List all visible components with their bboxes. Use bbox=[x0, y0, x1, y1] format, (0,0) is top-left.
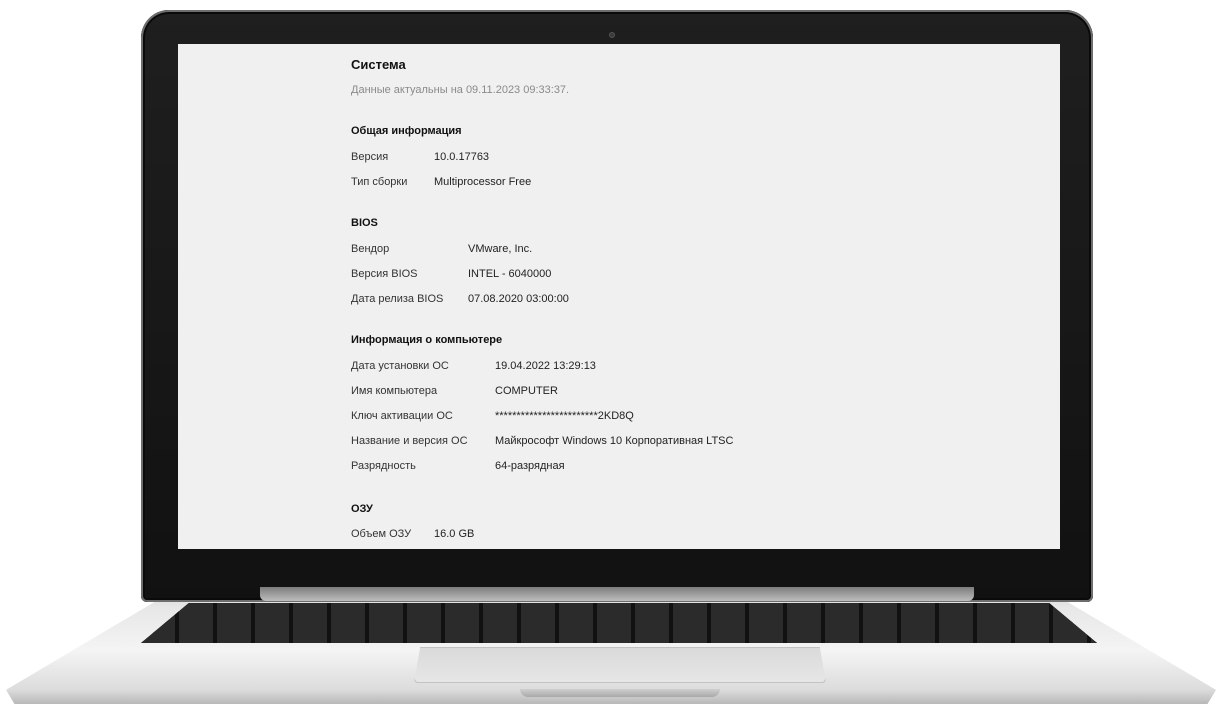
page-title: Система bbox=[351, 57, 406, 72]
row-label: Тип сборки bbox=[351, 176, 408, 188]
row-label: Версия BIOS bbox=[351, 268, 418, 280]
row-value: COMPUTER bbox=[495, 385, 558, 397]
row-label: Дата установки ОС bbox=[351, 360, 449, 372]
section-title-ram: ОЗУ bbox=[351, 503, 373, 515]
row-value: 64-разрядная bbox=[495, 460, 565, 472]
section-title-computer: Информация о компьютере bbox=[351, 334, 503, 346]
row-label: Название и версия ОС bbox=[351, 435, 468, 447]
row-label: Имя компьютера bbox=[351, 385, 438, 397]
trackpad bbox=[414, 647, 826, 683]
row-label: Разрядность bbox=[351, 460, 416, 472]
front-notch bbox=[520, 689, 720, 697]
screen: Система Данные актуальны на 09.11.2023 0… bbox=[178, 44, 1060, 549]
webcam-icon bbox=[609, 32, 615, 38]
row-value: 19.04.2022 13:29:13 bbox=[495, 360, 596, 372]
row-value: 16.0 GB bbox=[434, 528, 475, 540]
row-label: Объем ОЗУ bbox=[351, 528, 412, 540]
section-title-general: Общая информация bbox=[351, 125, 462, 137]
row-value: 07.08.2020 03:00:00 bbox=[468, 293, 569, 305]
row-value: VMware, Inc. bbox=[468, 243, 533, 255]
laptop-hinge bbox=[260, 587, 974, 601]
row-label: Вендор bbox=[351, 243, 390, 255]
row-value: Multiprocessor Free bbox=[434, 176, 532, 188]
row-value: Майкрософт Windows 10 Корпоративная LTSC bbox=[495, 435, 734, 447]
section-title-bios: BIOS bbox=[351, 217, 378, 229]
row-label: Версия bbox=[351, 151, 389, 163]
row-value: ************************2KD8Q bbox=[495, 410, 634, 422]
row-value: 10.0.17763 bbox=[434, 151, 490, 163]
row-label: Ключ активации ОС bbox=[351, 410, 453, 422]
data-timestamp: Данные актуальны на 09.11.2023 09:33:37. bbox=[351, 84, 570, 96]
keyboard bbox=[141, 603, 1097, 643]
row-label: Дата релиза BIOS bbox=[351, 293, 444, 305]
row-value: INTEL - 6040000 bbox=[468, 268, 552, 280]
laptop-mockup: Система Данные актуальны на 09.11.2023 0… bbox=[0, 0, 1221, 713]
